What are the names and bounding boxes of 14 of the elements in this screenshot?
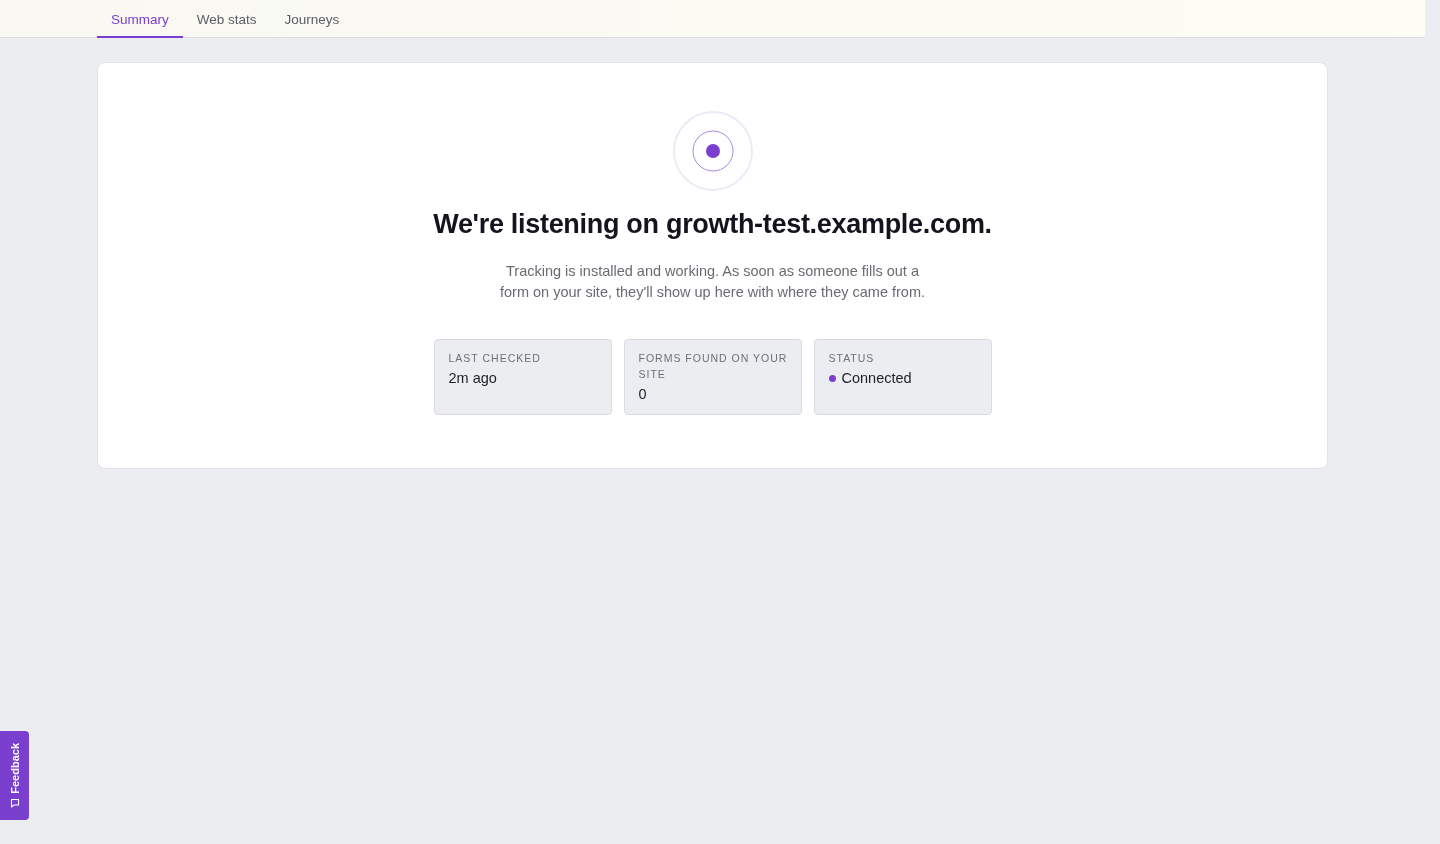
heading: We're listening on growth-test.example.com. (433, 208, 992, 241)
stat-label: LAST CHECKED (448, 351, 541, 366)
chat-bubble-icon (9, 797, 20, 808)
tab[interactable]: Summary (97, 0, 183, 38)
target-icon (672, 111, 753, 191)
stat-label: STATUS (828, 351, 875, 366)
stat-label: FORMS FOUND ON YOUR SITE (638, 351, 789, 382)
tab[interactable]: Journeys (270, 0, 354, 38)
status-text: Connected (841, 370, 912, 386)
stat-value: 2m ago (448, 370, 497, 386)
feedback-button[interactable]: Feedback (0, 731, 29, 820)
stat-value: 0 (638, 386, 647, 402)
tab[interactable]: Web stats (182, 0, 271, 38)
description: Tracking is installed and working. As soon as someone fills out a form on your site, they'll show up here with where they came from. (498, 262, 927, 302)
